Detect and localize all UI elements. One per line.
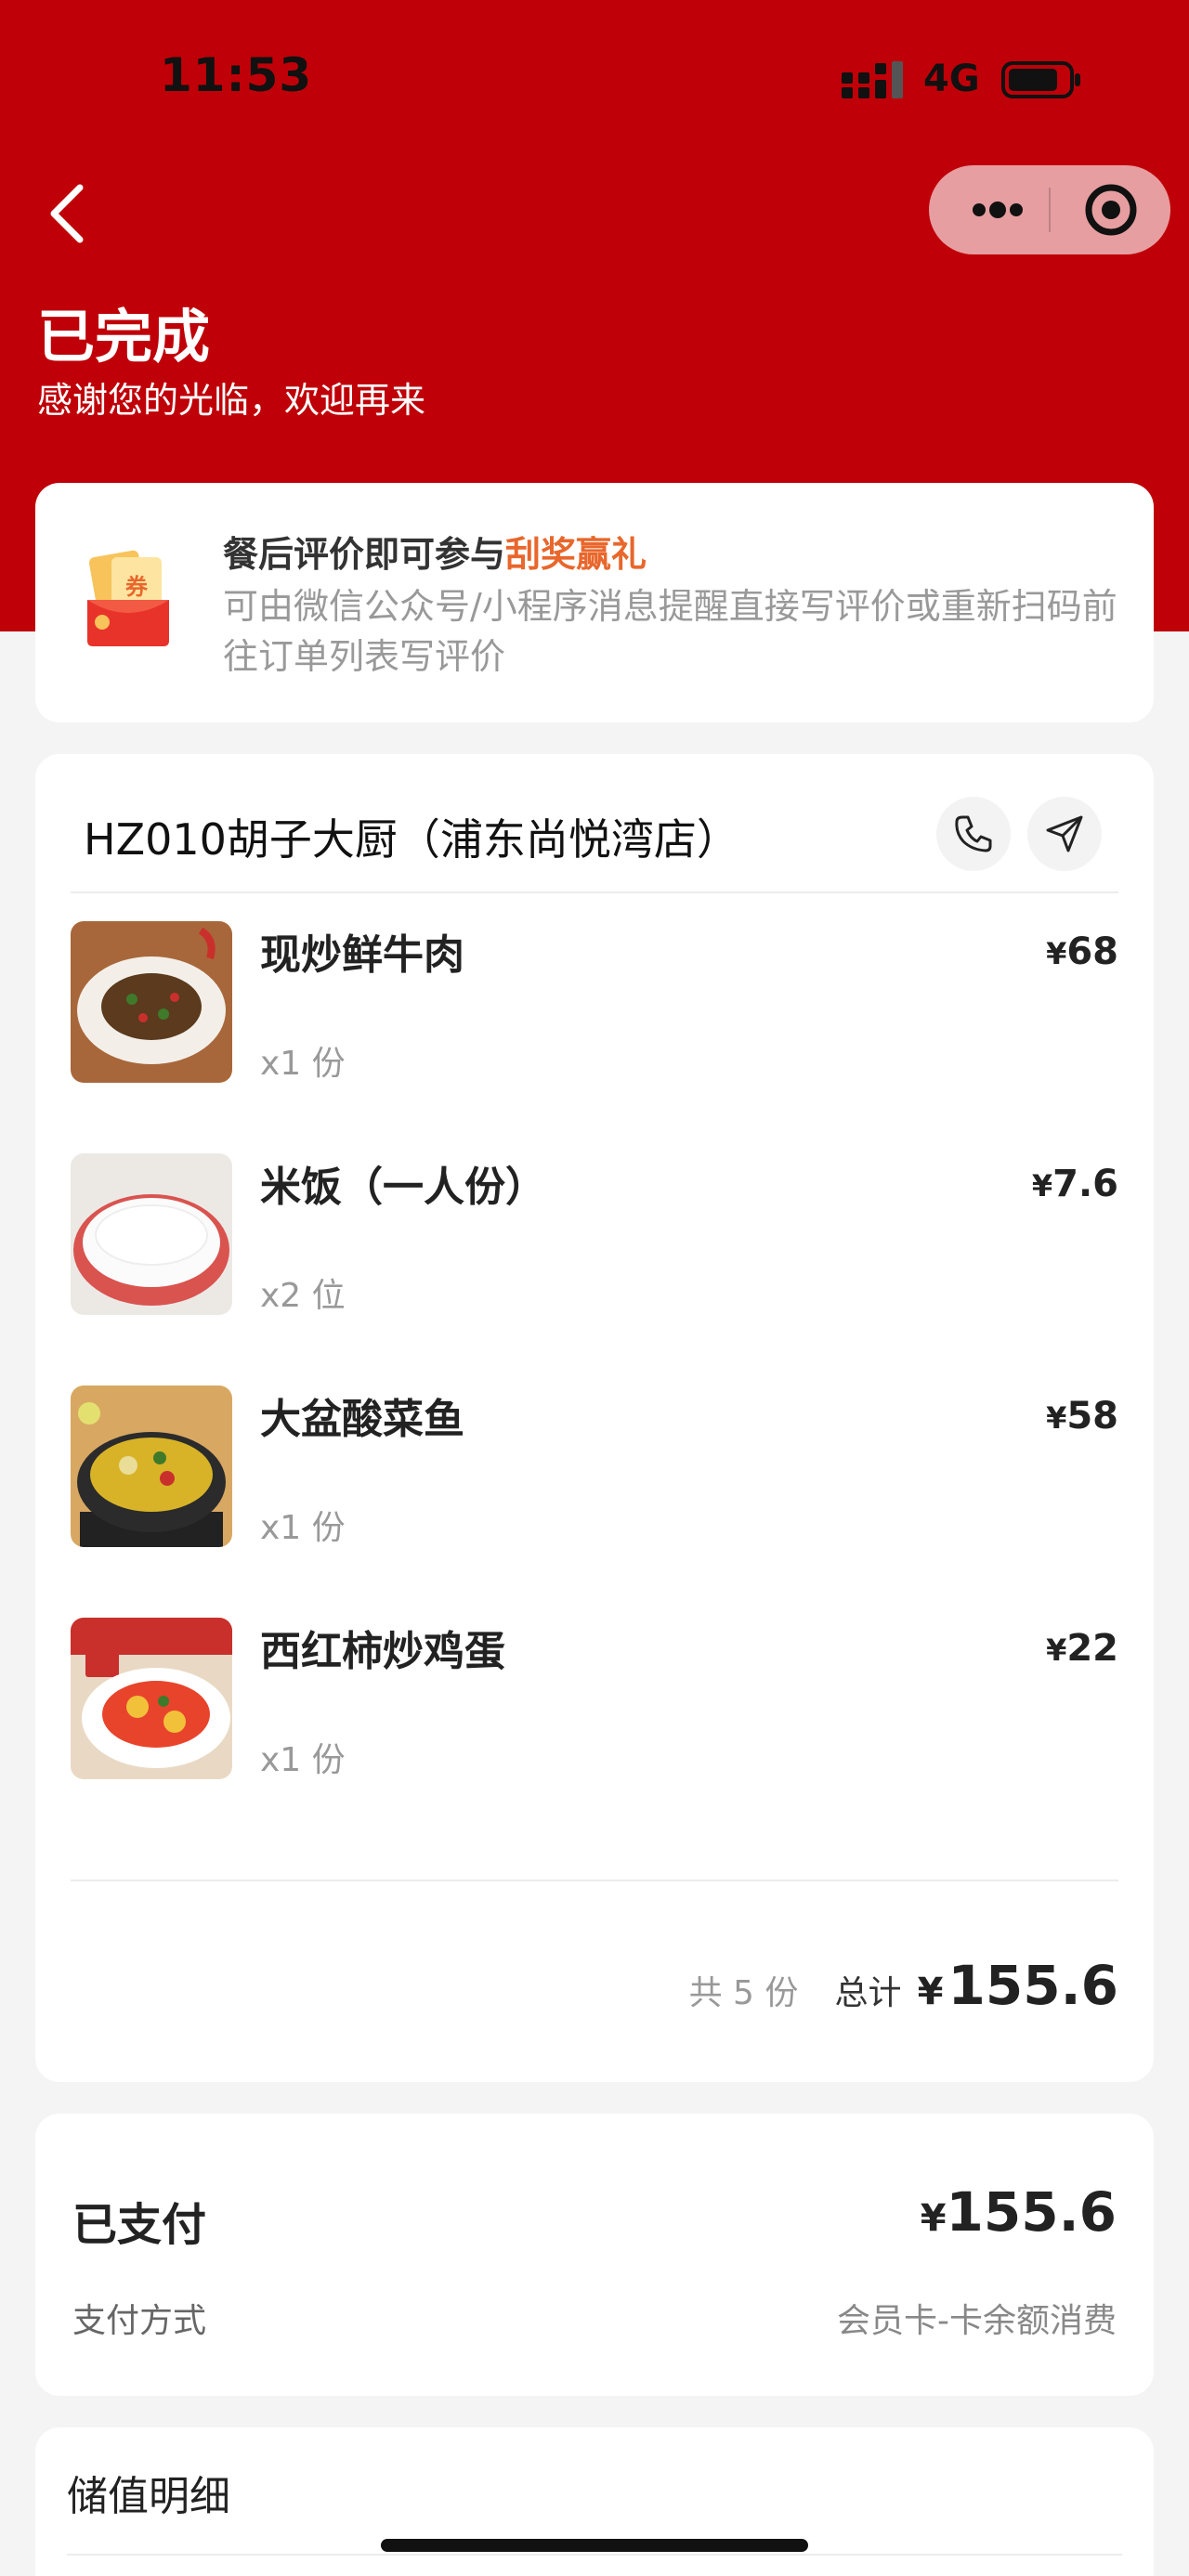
dish-price-value: 68 bbox=[1066, 930, 1118, 973]
dish-price: ¥7.6 bbox=[1032, 1163, 1118, 1205]
store-divider bbox=[71, 891, 1118, 893]
dish-price: ¥22 bbox=[1046, 1627, 1118, 1670]
battery-icon bbox=[1001, 61, 1080, 98]
dish-name: 大盆酸菜鱼 bbox=[260, 1396, 464, 1443]
payment-method-value: 会员卡-卡余额消费 bbox=[837, 2302, 1117, 2340]
more-dots-icon[interactable] bbox=[960, 165, 1046, 254]
target-icon[interactable] bbox=[1066, 165, 1156, 254]
currency-symbol: ¥ bbox=[1046, 936, 1067, 971]
dish-name: 米饭（一人份） bbox=[260, 1164, 546, 1211]
order-item: 大盆酸菜鱼 x1 份 ¥58 bbox=[71, 1386, 1118, 1571]
call-store-button[interactable] bbox=[936, 797, 1011, 871]
currency-symbol: ¥ bbox=[917, 1971, 944, 2013]
promo-title-highlight: 刮奖赢礼 bbox=[505, 534, 647, 575]
signal-icon bbox=[842, 61, 903, 98]
dish-photo-tomato-egg bbox=[71, 1618, 232, 1779]
dish-price: ¥58 bbox=[1046, 1395, 1118, 1438]
coupon-icon-text: 券 bbox=[125, 574, 149, 600]
summary-divider bbox=[71, 1880, 1118, 1881]
dish-photo-beef bbox=[71, 921, 232, 1083]
paid-amount: ¥155.6 bbox=[921, 2180, 1117, 2244]
page-subtitle: 感谢您的光临，欢迎再来 bbox=[37, 380, 426, 421]
dish-price-value: 22 bbox=[1066, 1627, 1118, 1670]
review-promo-card[interactable]: 券 餐后评价即可参与刮奖赢礼 可由微信公众号/小程序消息提醒直接写评价或重新扫码… bbox=[35, 483, 1154, 722]
currency-symbol: ¥ bbox=[1031, 1168, 1053, 1203]
navigation-icon bbox=[1046, 815, 1083, 852]
dish-photo-fish bbox=[71, 1386, 232, 1547]
stored-value-title: 储值明细 bbox=[67, 2473, 230, 2520]
coupon-redpacket-icon: 券 bbox=[87, 550, 169, 646]
chevron-left-icon[interactable] bbox=[41, 176, 97, 251]
promo-title: 餐后评价即可参与刮奖赢礼 bbox=[223, 526, 647, 577]
promo-title-prefix: 餐后评价即可参与 bbox=[223, 534, 506, 575]
order-card: HZ010胡子大厨（浦东尚悦湾店） 现炒鲜牛肉 x1 份 ¥68 米饭（一人份）… bbox=[35, 754, 1154, 2082]
capsule-divider bbox=[1049, 188, 1051, 232]
dish-quantity: x2 位 bbox=[260, 1277, 346, 1315]
mini-program-capsule bbox=[929, 165, 1170, 254]
order-item: 西红柿炒鸡蛋 x1 份 ¥22 bbox=[71, 1618, 1118, 1803]
phone-icon bbox=[955, 815, 992, 852]
order-item: 现炒鲜牛肉 x1 份 ¥68 bbox=[71, 921, 1118, 1107]
payment-method-label: 支付方式 bbox=[72, 2302, 207, 2340]
order-item: 米饭（一人份） x2 位 ¥7.6 bbox=[71, 1153, 1118, 1339]
dish-quantity: x1 份 bbox=[260, 1045, 346, 1083]
network-type: 4G bbox=[923, 58, 980, 100]
dish-price-value: 58 bbox=[1066, 1395, 1118, 1438]
order-summary: 共 5 份 总计 ¥ 155.6 bbox=[689, 1954, 1118, 2017]
status-bar: 11:53 4G bbox=[0, 0, 1189, 158]
payment-card: 已支付 ¥155.6 支付方式 会员卡-卡余额消费 bbox=[35, 2114, 1154, 2396]
total-label: 总计 bbox=[834, 1974, 902, 2012]
dish-name: 现炒鲜牛肉 bbox=[260, 931, 464, 979]
currency-symbol: ¥ bbox=[1046, 1400, 1067, 1436]
item-count: 共 5 份 bbox=[688, 1974, 799, 2012]
dish-photo-rice bbox=[71, 1153, 232, 1315]
currency-symbol: ¥ bbox=[1046, 1633, 1067, 1668]
status-time: 11:53 bbox=[160, 48, 313, 102]
currency-symbol: ¥ bbox=[920, 2197, 947, 2240]
page-title: 已完成 bbox=[37, 303, 211, 371]
stored-value-divider bbox=[67, 2554, 1122, 2556]
stored-value-card[interactable]: 储值明细 bbox=[35, 2427, 1154, 2576]
store-name[interactable]: HZ010胡子大厨（浦东尚悦湾店） bbox=[84, 806, 739, 867]
paid-amount-value: 155.6 bbox=[946, 2180, 1117, 2244]
dish-name: 西红柿炒鸡蛋 bbox=[260, 1628, 505, 1675]
total-amount: 155.6 bbox=[947, 1954, 1118, 2017]
dish-price-value: 7.6 bbox=[1052, 1163, 1118, 1205]
dish-price: ¥68 bbox=[1046, 930, 1118, 973]
home-indicator[interactable] bbox=[381, 2539, 808, 2552]
dish-quantity: x1 份 bbox=[260, 1509, 346, 1547]
dish-quantity: x1 份 bbox=[260, 1741, 346, 1779]
promo-description: 可由微信公众号/小程序消息提醒直接写评价或重新扫码前往订单列表写评价 bbox=[223, 586, 1117, 677]
navigate-button[interactable] bbox=[1027, 797, 1102, 871]
payment-status: 已支付 bbox=[72, 2199, 207, 2251]
